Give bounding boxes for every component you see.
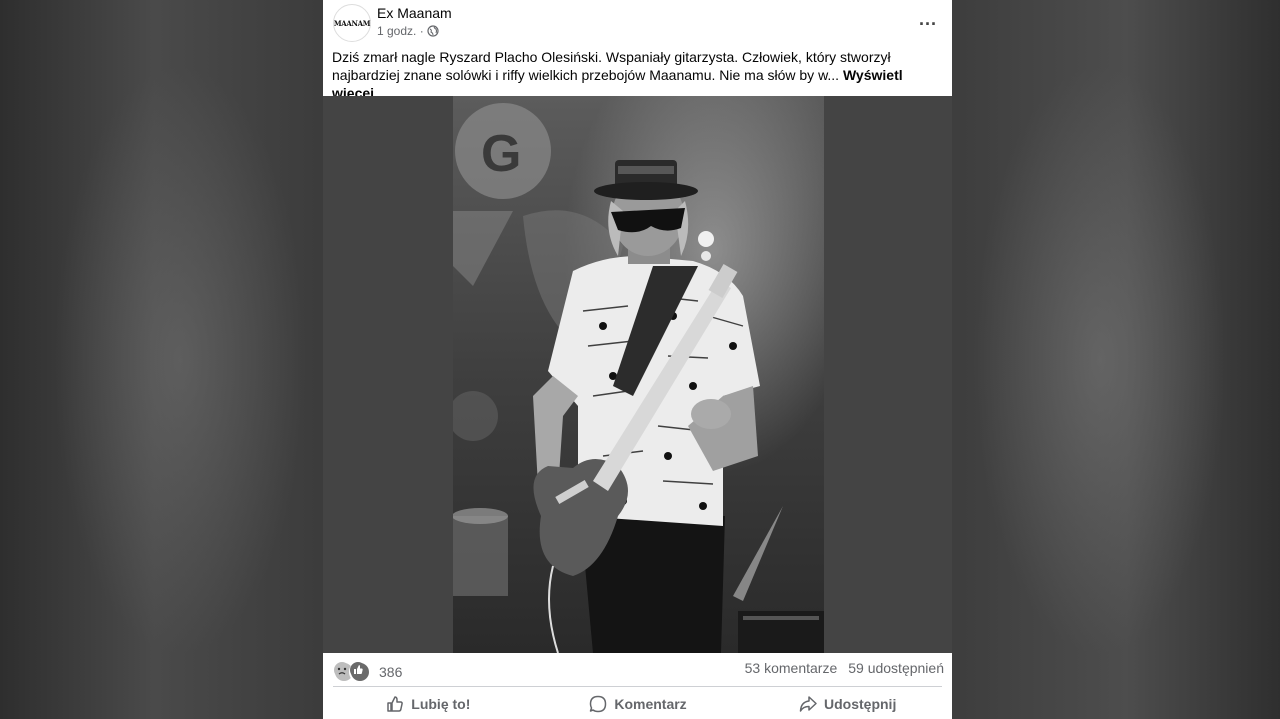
comments-count-link[interactable]: 53 komentarze: [745, 660, 838, 676]
svg-text:G: G: [481, 125, 521, 183]
reactions-summary[interactable]: 386: [333, 661, 402, 683]
post-time[interactable]: 1 godz. ·: [377, 24, 424, 38]
share-button[interactable]: Udostępnij: [742, 688, 952, 719]
like-label: Lubię to!: [411, 695, 471, 712]
thumb-up-icon: [387, 695, 404, 712]
like-reaction-icon: [349, 661, 371, 683]
comment-label: Komentarz: [614, 695, 687, 712]
share-label: Udostępnij: [824, 695, 897, 712]
reaction-count: 386: [379, 664, 403, 680]
globe-icon: [427, 25, 439, 37]
comment-bubble-icon: [590, 695, 607, 712]
post-photo[interactable]: G: [453, 96, 824, 653]
facebook-post: MAANAM Ex Maanam 1 godz. · ... Dziś zmar…: [323, 0, 952, 719]
share-arrow-icon: [799, 695, 817, 712]
post-text: Dziś zmarł nagle Ryszard Placho Olesińsk…: [332, 48, 944, 102]
post-actions: Lubię to! Komentarz Udostępnij: [323, 688, 952, 719]
actions-divider: [333, 686, 942, 687]
comment-button[interactable]: Komentarz: [533, 688, 743, 719]
post-stats: 386 53 komentarze 59 udostępnień: [323, 655, 952, 685]
post-body: Dziś zmarł nagle Ryszard Placho Olesińsk…: [332, 49, 891, 83]
post-meta: 1 godz. ·: [377, 24, 439, 38]
page-name-link[interactable]: Ex Maanam: [377, 5, 452, 21]
page-avatar[interactable]: MAANAM: [333, 4, 371, 42]
engagement-counts: 53 komentarze 59 udostępnień: [745, 660, 944, 676]
post-photo-container[interactable]: G: [323, 96, 952, 653]
like-button[interactable]: Lubię to!: [323, 688, 533, 719]
post-header: MAANAM Ex Maanam 1 godz. · ...: [323, 0, 952, 46]
shares-count-link[interactable]: 59 udostępnień: [848, 660, 944, 676]
post-options-button[interactable]: ...: [913, 8, 943, 34]
